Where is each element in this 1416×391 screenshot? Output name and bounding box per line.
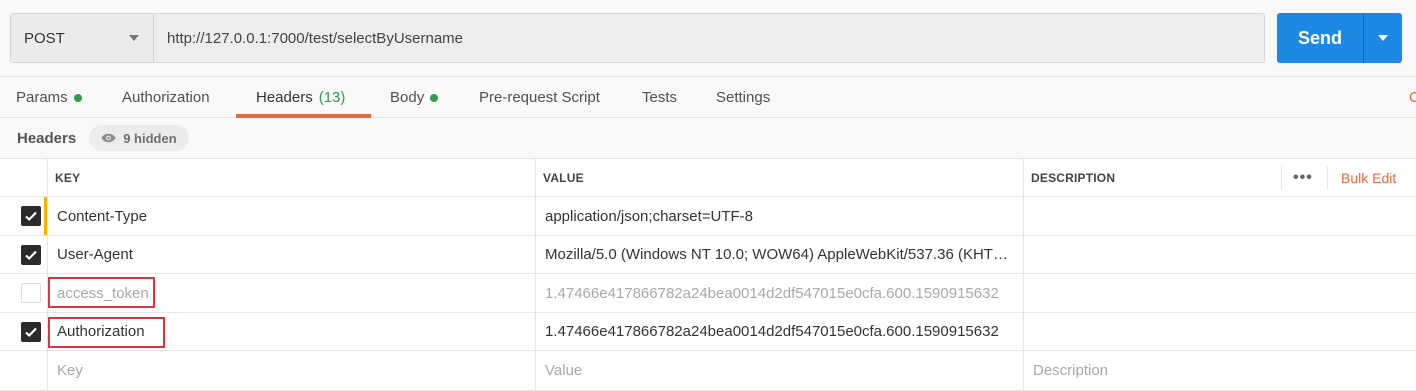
method-select[interactable]: POST [11, 14, 154, 62]
new-header-row: Key Value Description [0, 351, 1416, 391]
new-key-input[interactable]: Key [57, 351, 83, 390]
request-tabs: Params Authorization Headers (13) Body P… [0, 76, 1416, 118]
table-row: User-Agent Mozilla/5.0 (Windows NT 10.0;… [0, 236, 1416, 274]
table-row: Authorization 1.47466e417866782a24bea001… [0, 313, 1416, 351]
send-button[interactable]: Send [1277, 13, 1364, 63]
tab-pre-request-script[interactable]: Pre-request Script [479, 77, 600, 118]
tab-label: Settings [716, 89, 771, 106]
new-description-input[interactable]: Description [1033, 351, 1108, 390]
checkmark-icon [25, 211, 37, 222]
checkmark-icon [25, 250, 37, 261]
tab-label: Tests [642, 89, 678, 106]
header-value[interactable]: 1.47466e417866782a24bea0014d2df547015e0c… [545, 274, 1020, 312]
tab-headers[interactable]: Headers (13) [256, 77, 345, 118]
headers-table: KEY VALUE DESCRIPTION ••• Bulk Edit Cont… [0, 158, 1416, 391]
more-options-icon[interactable]: ••• [1293, 159, 1313, 196]
section-title: Headers [17, 129, 77, 147]
tab-body[interactable]: Body [390, 77, 439, 118]
hidden-headers-toggle[interactable]: 9 hidden [89, 125, 189, 151]
column-header-key: KEY [55, 170, 81, 185]
table-row: access_token 1.47466e417866782a24bea0014… [0, 274, 1416, 313]
row-enabled-checkbox[interactable] [21, 322, 41, 342]
send-button-group: Send [1277, 13, 1402, 63]
header-key[interactable]: User-Agent [57, 236, 133, 273]
method-label: POST [24, 29, 65, 47]
tab-tests[interactable]: Tests [642, 77, 677, 118]
highlight-box [48, 277, 155, 308]
request-url-bar: POST http://127.0.0.1:7000/test/selectBy… [10, 13, 1265, 63]
tab-params[interactable]: Params [16, 77, 82, 118]
new-value-input[interactable]: Value [545, 351, 582, 390]
column-header-value: VALUE [543, 170, 584, 185]
eye-icon [101, 133, 116, 143]
indicator-dot-icon [73, 94, 82, 102]
checkmark-icon [25, 327, 37, 338]
tab-label: Params [16, 89, 68, 106]
tab-label: Headers [256, 89, 313, 106]
row-enabled-checkbox[interactable] [21, 245, 41, 265]
tab-authorization[interactable]: Authorization [122, 77, 210, 118]
indicator-dot-icon [430, 94, 439, 102]
tab-count: (13) [318, 89, 346, 106]
cookies-link-partial[interactable]: C [1409, 77, 1416, 118]
header-key[interactable]: Content-Type [57, 197, 147, 235]
url-input[interactable]: http://127.0.0.1:7000/test/selectByUsern… [154, 14, 1264, 62]
send-options-button[interactable] [1364, 13, 1402, 63]
header-value[interactable]: Mozilla/5.0 (Windows NT 10.0; WOW64) App… [545, 236, 1020, 273]
chevron-down-icon [129, 35, 139, 41]
tab-settings[interactable]: Settings [716, 77, 770, 118]
row-enabled-checkbox[interactable] [21, 283, 41, 303]
table-row: Content-Type application/json;charset=UT… [0, 197, 1416, 236]
headers-section-header: Headers 9 hidden [17, 125, 189, 151]
tab-label: Authorization [122, 89, 210, 106]
table-header-row: KEY VALUE DESCRIPTION ••• Bulk Edit [0, 159, 1416, 197]
active-tab-indicator [236, 114, 371, 118]
hidden-count-label: 9 hidden [123, 130, 177, 146]
column-header-description: DESCRIPTION [1031, 170, 1116, 185]
bulk-edit-link[interactable]: Bulk Edit [1341, 159, 1396, 196]
highlight-box [48, 317, 165, 348]
header-value[interactable]: application/json;charset=UTF-8 [545, 197, 1020, 235]
row-enabled-checkbox[interactable] [21, 206, 41, 226]
tab-label: Pre-request Script [479, 89, 600, 106]
chevron-down-icon [1378, 35, 1388, 41]
header-value[interactable]: 1.47466e417866782a24bea0014d2df547015e0c… [545, 313, 1020, 350]
tab-label: Body [390, 89, 425, 106]
